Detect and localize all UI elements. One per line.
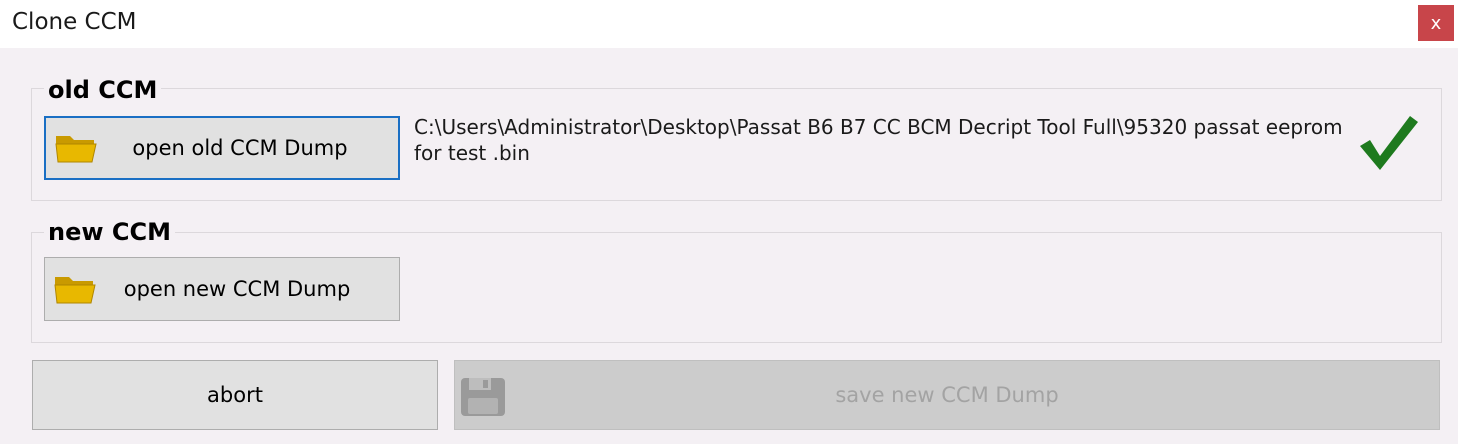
window-title: Clone CCM bbox=[12, 9, 137, 35]
old-ccm-file-path: C:\Users\Administrator\Desktop\Passat B6… bbox=[414, 115, 1343, 165]
abort-button[interactable]: abort bbox=[32, 360, 438, 430]
close-button[interactable]: x bbox=[1418, 5, 1454, 41]
open-new-ccm-dump-button[interactable]: open new CCM Dump bbox=[44, 257, 400, 321]
folder-icon bbox=[54, 277, 96, 304]
open-old-ccm-dump-label: open old CCM Dump bbox=[132, 136, 348, 160]
floppy-disk-icon bbox=[461, 378, 505, 416]
save-new-ccm-dump-button[interactable]: save new CCM Dump bbox=[454, 360, 1440, 430]
old-ccm-group-label: old CCM bbox=[44, 76, 162, 104]
save-new-ccm-dump-label: save new CCM Dump bbox=[835, 383, 1059, 407]
open-new-ccm-dump-label: open new CCM Dump bbox=[123, 277, 351, 301]
title-bar: Clone CCM x bbox=[0, 0, 1458, 48]
abort-label: abort bbox=[207, 383, 263, 407]
close-icon: x bbox=[1430, 12, 1442, 34]
open-old-ccm-dump-button[interactable]: open old CCM Dump bbox=[44, 116, 400, 180]
checkmark-icon bbox=[1360, 116, 1418, 170]
folder-icon bbox=[55, 136, 97, 163]
new-ccm-group-label: new CCM bbox=[44, 218, 175, 246]
